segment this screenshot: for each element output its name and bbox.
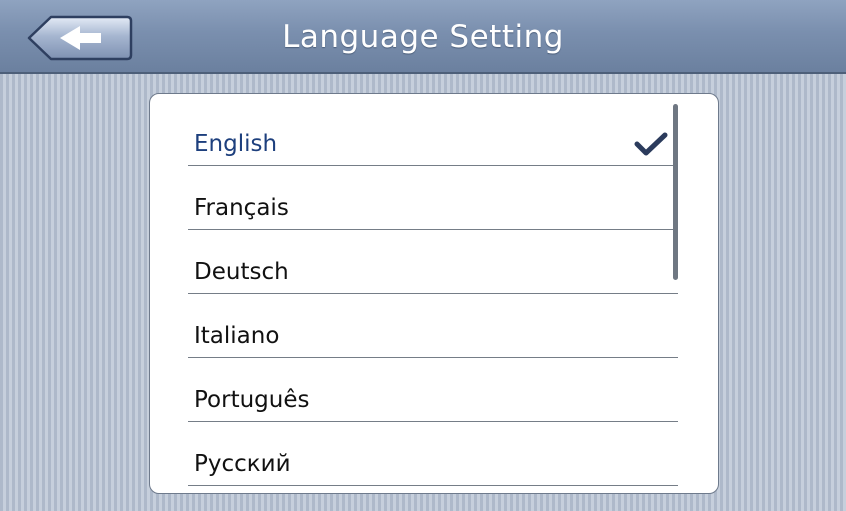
checkmark-icon <box>634 132 668 156</box>
language-label: Русский <box>194 451 291 477</box>
title-bar: Language Setting <box>0 0 846 74</box>
language-label: Italiano <box>194 323 280 349</box>
language-list[interactable]: English Français Deutsch Italiano Portug… <box>149 93 719 494</box>
language-item-russian[interactable]: Русский <box>188 422 678 486</box>
scrollbar-thumb[interactable] <box>673 104 678 280</box>
language-item-francais[interactable]: Français <box>188 166 678 230</box>
language-label: Deutsch <box>194 259 289 285</box>
language-item-deutsch[interactable]: Deutsch <box>188 230 678 294</box>
page-title: Language Setting <box>282 19 564 55</box>
language-item-portugues[interactable]: Português <box>188 358 678 422</box>
language-item-english[interactable]: English <box>188 102 678 166</box>
language-label: English <box>194 131 278 157</box>
language-item-italiano[interactable]: Italiano <box>188 294 678 358</box>
language-label: Português <box>194 387 310 413</box>
language-label: Français <box>194 195 289 221</box>
